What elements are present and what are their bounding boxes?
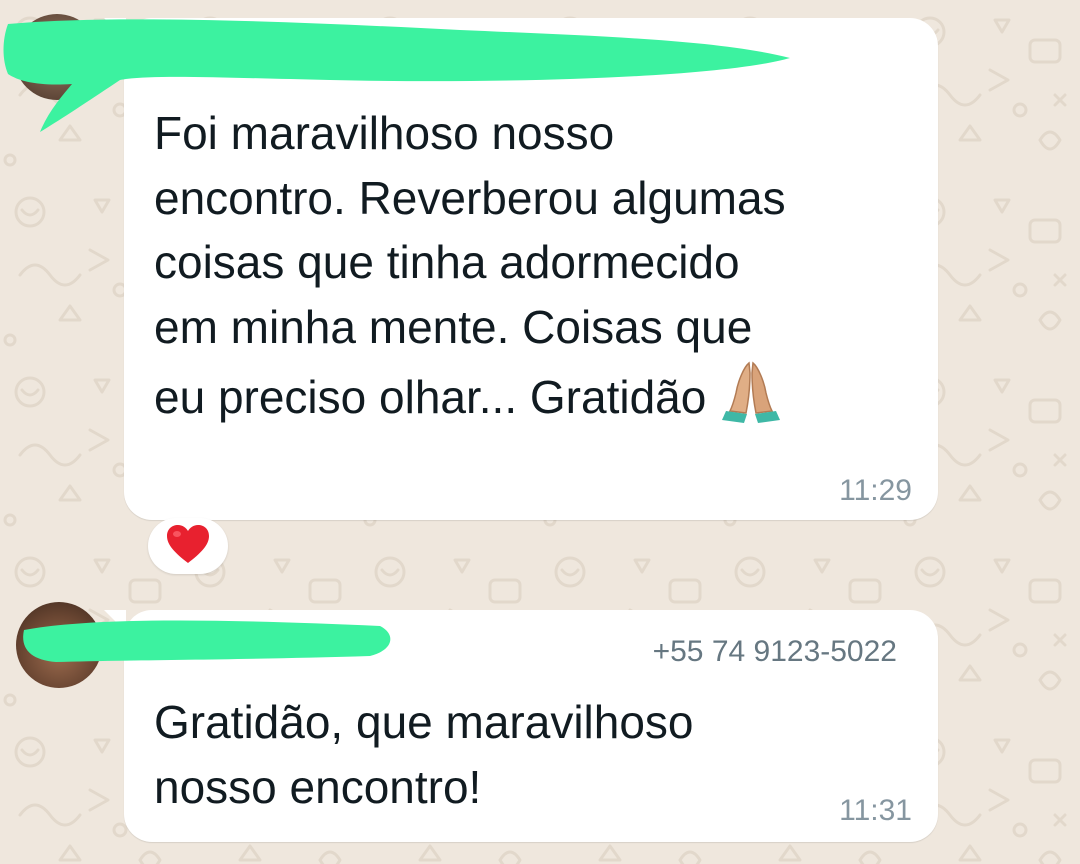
bubble-tail	[104, 610, 126, 632]
sender-avatar[interactable]	[16, 602, 102, 688]
message-timestamp: 11:29	[839, 474, 912, 507]
message-text: Gratidão, que maravilhoso nosso encontro…	[154, 696, 694, 813]
folded-hands-icon	[720, 359, 782, 442]
message-text: Foi maravilhoso nosso encontro. Reverber…	[154, 101, 924, 442]
message-timestamp: 11:31	[839, 794, 912, 827]
sender-avatar[interactable]	[14, 14, 100, 100]
reaction-badge[interactable]	[148, 518, 228, 574]
message-text-content: Foi maravilhoso nosso encontro. Reverber…	[154, 107, 786, 423]
bubble-tail	[104, 18, 126, 40]
sender-phone-number[interactable]: +55 74 9123-5022	[653, 635, 897, 669]
red-heart-icon	[165, 523, 211, 570]
